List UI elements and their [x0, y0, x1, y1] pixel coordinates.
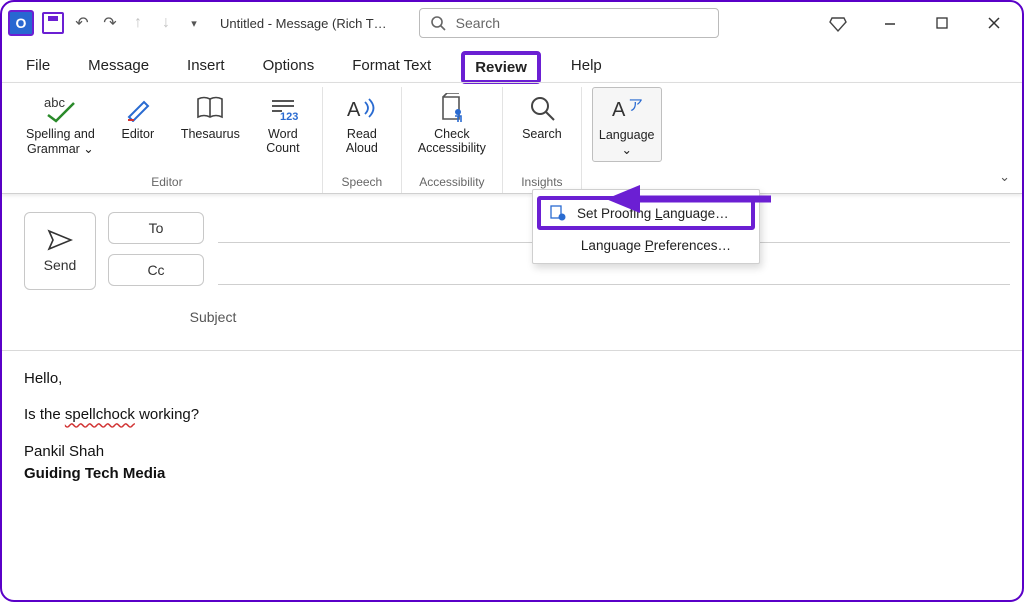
read-aloud-button[interactable]: A Read Aloud: [333, 87, 391, 159]
close-button[interactable]: [972, 8, 1016, 38]
group-label-editor: Editor: [151, 175, 182, 193]
annotation-arrow: [606, 179, 776, 219]
svg-text:ア: ア: [628, 97, 643, 114]
accessibility-icon: [437, 91, 467, 125]
proofing-menu-icon: [549, 204, 567, 222]
search-placeholder: Search: [456, 15, 500, 31]
up-arrow-icon: ↑: [128, 13, 148, 33]
search-box[interactable]: Search: [419, 8, 719, 38]
body-line-1: Is the spellchock working?: [24, 405, 1010, 425]
collapse-ribbon-icon[interactable]: ⌄: [999, 169, 1010, 185]
svg-text:123: 123: [280, 111, 298, 121]
premium-diamond-icon[interactable]: [816, 8, 860, 38]
group-accessibility: Check Accessibility Accessibility: [402, 87, 503, 193]
message-body[interactable]: Hello, Is the spellchock working? Pankil…: [24, 351, 1010, 500]
menu-label: Language Preferences…: [581, 238, 731, 253]
word-count-icon: 123: [268, 91, 298, 125]
body-line-greeting: Hello,: [24, 369, 1010, 389]
search-large-icon: [528, 91, 556, 125]
outlook-app-icon: O: [8, 10, 34, 36]
minimize-button[interactable]: [868, 8, 912, 38]
subject-field[interactable]: [332, 302, 1010, 332]
maximize-button[interactable]: [920, 8, 964, 38]
tab-options[interactable]: Options: [255, 53, 323, 82]
search-icon: [430, 15, 446, 31]
group-label-accessibility: Accessibility: [419, 175, 484, 193]
tab-help[interactable]: Help: [563, 53, 610, 82]
check-accessibility-button[interactable]: Check Accessibility: [412, 87, 492, 159]
signature-company: Guiding Tech Media: [24, 464, 1010, 484]
down-arrow-icon: ↓: [156, 13, 176, 33]
compose-area: Send To Cc Subject Hello, Is the spellch…: [2, 194, 1022, 500]
smart-search-button[interactable]: Search: [513, 87, 571, 145]
title-bar: O ↶ ↷ ↑ ↓ ▾ Untitled - Message (Rich T… …: [2, 2, 1022, 44]
tab-format-text[interactable]: Format Text: [344, 53, 439, 82]
send-button[interactable]: Send: [24, 212, 96, 290]
language-button[interactable]: Aア Language ⌄: [592, 87, 662, 162]
read-aloud-icon: A: [345, 91, 379, 125]
signature-name: Pankil Shah: [24, 442, 1010, 462]
svg-text:abc: abc: [44, 95, 65, 110]
thesaurus-button[interactable]: Thesaurus: [177, 87, 244, 145]
language-icon: Aア: [610, 92, 644, 126]
menu-language-preferences[interactable]: Language Preferences…: [533, 232, 759, 259]
save-icon[interactable]: [42, 12, 64, 34]
send-icon: [47, 229, 73, 251]
group-language: Aア Language ⌄: [582, 87, 672, 193]
group-speech: A Read Aloud Speech: [323, 87, 402, 193]
qat-dropdown-icon[interactable]: ▾: [184, 13, 204, 33]
tab-file[interactable]: File: [18, 53, 58, 82]
book-icon: [195, 91, 225, 125]
ribbon-tabs: File Message Insert Options Format Text …: [2, 44, 1022, 82]
cc-button[interactable]: Cc: [108, 254, 204, 286]
window-title: Untitled - Message (Rich T…: [220, 16, 387, 31]
svg-text:A: A: [347, 99, 361, 121]
svg-text:A: A: [612, 99, 626, 121]
group-insights: Search Insights: [503, 87, 582, 193]
pen-icon: [124, 91, 152, 125]
tab-review[interactable]: Review: [461, 51, 541, 84]
spelling-grammar-button[interactable]: abc Spelling and Grammar ⌄: [22, 87, 99, 160]
tab-message[interactable]: Message: [80, 53, 157, 82]
to-button[interactable]: To: [108, 212, 204, 244]
word-count-button[interactable]: 123 Word Count: [254, 87, 312, 159]
subject-label: Subject: [108, 309, 318, 325]
ribbon: abc Spelling and Grammar ⌄ Editor Thesau…: [2, 82, 1022, 194]
undo-icon[interactable]: ↶: [72, 13, 92, 33]
group-label-speech: Speech: [342, 175, 383, 193]
redo-icon[interactable]: ↷: [100, 13, 120, 33]
spelling-icon: abc: [42, 91, 78, 125]
editor-button[interactable]: Editor: [109, 87, 167, 145]
misspelled-word: spellchock: [65, 406, 135, 423]
tab-insert[interactable]: Insert: [179, 53, 233, 82]
group-editor: abc Spelling and Grammar ⌄ Editor Thesau…: [12, 87, 323, 193]
